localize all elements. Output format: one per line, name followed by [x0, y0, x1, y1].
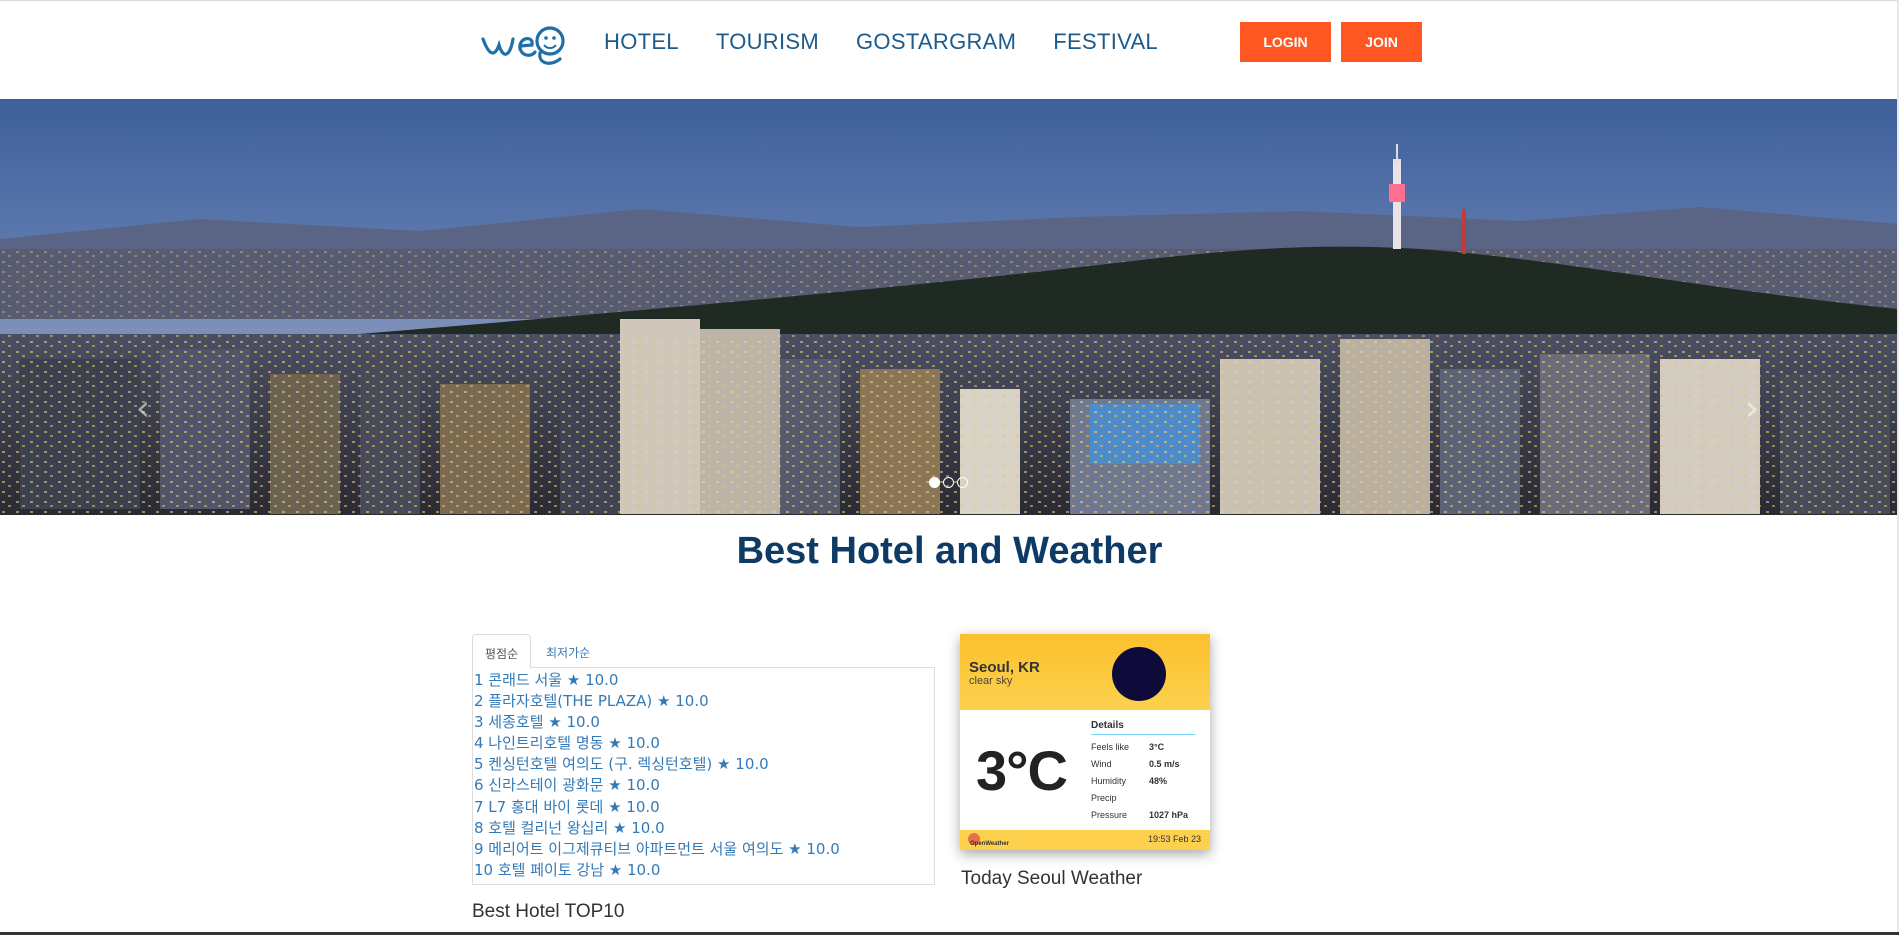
detail-value: 1027 hPa — [1149, 810, 1189, 820]
weather-temperature: 3°C — [976, 739, 1068, 802]
detail-label: Wind — [1091, 759, 1112, 769]
detail-value: 3°C — [1149, 742, 1165, 752]
weather-footer: OpenWeather 19:53 Feb 23 — [960, 830, 1210, 850]
list-item[interactable]: 3 세종호텔 ★ 10.0 — [473, 712, 934, 733]
hotel-list: 1 콘래드 서울 ★ 10.0 2 플라자호텔(THE PLAZA) ★ 10.… — [472, 668, 935, 885]
carousel-next-icon[interactable]: › — [1737, 389, 1767, 429]
detail-label: Humidity — [1091, 776, 1127, 786]
detail-label: Precip — [1091, 793, 1117, 803]
nav-tourism[interactable]: TOURISM — [716, 29, 819, 55]
hero-carousel: ‹ › — [0, 99, 1899, 515]
weather-detail-humidity: Humidity 48% — [1091, 776, 1201, 786]
weather-details-title: Details — [1091, 720, 1195, 735]
carousel-prev-icon[interactable]: ‹ — [128, 389, 158, 429]
carousel-dot-1[interactable] — [929, 477, 940, 488]
clear-sky-night-icon — [1112, 647, 1166, 701]
detail-value: 48% — [1149, 776, 1168, 786]
section-title: Best Hotel and Weather — [736, 530, 1163, 572]
list-item[interactable]: 10 호텔 페이토 강남 ★ 10.0 — [473, 860, 934, 881]
weather-brand: OpenWeather — [970, 841, 1009, 847]
nav-hotel[interactable]: HOTEL — [604, 29, 679, 55]
login-button[interactable]: LOGIN — [1240, 22, 1331, 62]
nav-festival[interactable]: FESTIVAL — [1053, 29, 1158, 55]
weather-caption: Today Seoul Weather — [961, 868, 1143, 889]
carousel-dot-3[interactable] — [957, 477, 968, 488]
main-nav: HOTEL TOURISM GOSTARGRAM FESTIVAL — [604, 29, 1195, 55]
detail-label: Pressure — [1091, 810, 1128, 820]
weather-detail-wind: Wind 0.5 m/s — [1091, 759, 1201, 769]
tab-lowest-price[interactable]: 최저가순 — [534, 634, 602, 668]
site-logo[interactable] — [480, 19, 566, 69]
list-item[interactable]: 9 메리어트 이그제큐티브 아파트먼트 서울 여의도 ★ 10.0 — [473, 839, 934, 860]
nav-gostargram[interactable]: GOSTARGRAM — [856, 29, 1016, 55]
weather-description: clear sky — [969, 675, 1013, 687]
list-item[interactable]: 7 L7 홍대 바이 롯데 ★ 10.0 — [473, 797, 934, 818]
carousel-indicators — [929, 477, 968, 488]
hotel-list-caption: Best Hotel TOP10 — [472, 901, 625, 922]
weather-widget: Seoul, KR clear sky 3°C Details Feels li… — [960, 634, 1210, 850]
list-item[interactable]: 1 콘래드 서울 ★ 10.0 — [473, 670, 934, 691]
carousel-dot-2[interactable] — [943, 477, 954, 488]
hotel-tabs: 평점순 최저가순 — [472, 634, 935, 669]
weather-updated-time: 19:53 Feb 23 — [1147, 834, 1201, 844]
site-header: HOTEL TOURISM GOSTARGRAM FESTIVAL LOGIN … — [0, 1, 1899, 99]
weather-city: Seoul, KR — [969, 659, 1040, 676]
weather-detail-pressure: Pressure 1027 hPa — [1091, 810, 1201, 820]
list-item[interactable]: 5 켄싱턴호텔 여의도 (구. 렉싱턴호텔) ★ 10.0 — [473, 754, 934, 775]
list-item[interactable]: 2 플라자호텔(THE PLAZA) ★ 10.0 — [473, 691, 934, 712]
list-item[interactable]: 6 신라스테이 광화문 ★ 10.0 — [473, 775, 934, 796]
detail-label: Feels like — [1091, 742, 1130, 752]
hero-image — [0, 99, 1899, 515]
weather-detail-feels-like: Feels like 3°C — [1091, 742, 1201, 752]
tab-rating[interactable]: 평점순 — [472, 634, 532, 669]
list-item[interactable]: 8 호텔 컬리넌 왕십리 ★ 10.0 — [473, 818, 934, 839]
detail-value: 0.5 m/s — [1149, 759, 1180, 769]
weather-header: Seoul, KR clear sky — [960, 634, 1210, 710]
list-item[interactable]: 4 나인트리호텔 명동 ★ 10.0 — [473, 733, 934, 754]
join-button[interactable]: JOIN — [1341, 22, 1422, 62]
weather-detail-precip: Precip — [1091, 793, 1201, 803]
